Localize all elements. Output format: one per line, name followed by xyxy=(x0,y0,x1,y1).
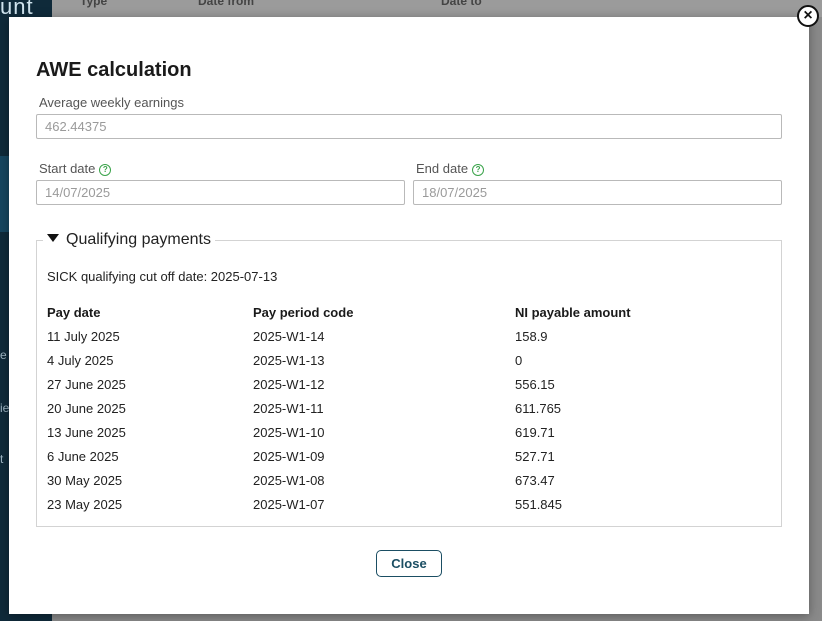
pay-date-cell: 13 June 2025 xyxy=(47,425,126,440)
col-header-pay-period-code: Pay period code xyxy=(253,305,354,320)
table-row: 20 June 2025 2025-W1-11 611.765 xyxy=(47,401,747,421)
qualifying-payments-toggle[interactable]: Qualifying payments xyxy=(43,231,215,249)
pay-period-code-cell: 2025-W1-13 xyxy=(253,353,325,368)
awe-field[interactable]: 462.44375 xyxy=(36,114,782,139)
background-col-header: Date to xyxy=(441,0,482,8)
table-row: 6 June 2025 2025-W1-09 527.71 xyxy=(47,449,747,469)
background-nav-fragment: ie xyxy=(0,401,10,415)
background-col-header: Date from xyxy=(198,0,255,8)
col-header-pay-date: Pay date xyxy=(47,305,101,320)
close-button[interactable]: Close xyxy=(376,550,442,577)
table-row: 13 June 2025 2025-W1-10 619.71 xyxy=(47,425,747,445)
pay-date-cell: 30 May 2025 xyxy=(47,473,123,488)
pay-period-code-cell: 2025-W1-14 xyxy=(253,329,325,344)
col-header-ni-payable-amount: NI payable amount xyxy=(515,305,631,320)
table-row: 27 June 2025 2025-W1-12 556.15 xyxy=(47,377,747,397)
help-icon[interactable]: ? xyxy=(99,164,112,176)
table-row: 23 May 2025 2025-W1-07 551.845 xyxy=(47,497,747,517)
pay-period-code-cell: 2025-W1-08 xyxy=(253,473,325,488)
pay-date-cell: 11 July 2025 xyxy=(47,329,120,344)
pay-period-code-cell: 2025-W1-09 xyxy=(253,449,325,464)
pay-date-cell: 27 June 2025 xyxy=(47,377,126,392)
awe-calculation-dialog: AWE calculation Average weekly earnings … xyxy=(9,17,809,614)
ni-payable-amount-cell: 0 xyxy=(515,353,523,368)
pay-period-code-cell: 2025-W1-11 xyxy=(253,401,324,416)
ni-payable-amount-cell: 158.9 xyxy=(515,329,548,344)
pay-date-cell: 6 June 2025 xyxy=(47,449,119,464)
table-row: 30 May 2025 2025-W1-08 673.47 xyxy=(47,473,747,493)
background-table-header: Type Date from Date to xyxy=(52,0,822,17)
pay-period-code-cell: 2025-W1-10 xyxy=(253,425,325,440)
table-row: 4 July 2025 2025-W1-13 0 xyxy=(47,353,747,373)
ni-payable-amount-cell: 551.845 xyxy=(515,497,562,512)
start-date-label: Start date xyxy=(39,161,96,176)
table-row: 11 July 2025 2025-W1-14 158.9 xyxy=(47,329,747,349)
pay-date-cell: 20 June 2025 xyxy=(47,401,126,416)
cutoff-date-text: SICK qualifying cut off date: 2025-07-13 xyxy=(47,269,278,284)
close-icon[interactable]: × xyxy=(797,5,819,27)
pay-date-cell: 23 May 2025 xyxy=(47,497,123,512)
caret-down-icon xyxy=(47,234,59,242)
pay-period-code-cell: 2025-W1-12 xyxy=(253,377,325,392)
end-date-field[interactable]: 18/07/2025 xyxy=(413,180,782,205)
start-date-field[interactable]: 14/07/2025 xyxy=(36,180,405,205)
ni-payable-amount-cell: 611.765 xyxy=(515,401,562,416)
background-col-header: Type xyxy=(80,0,108,8)
awe-label: Average weekly earnings xyxy=(39,95,185,110)
help-icon[interactable]: ? xyxy=(472,164,485,176)
qualifying-payments-legend: Qualifying payments xyxy=(66,231,211,248)
background-nav-fragment: e xyxy=(0,348,7,362)
ni-payable-amount-cell: 619.71 xyxy=(515,425,555,440)
end-date-label: End date xyxy=(416,161,469,176)
pay-period-code-cell: 2025-W1-07 xyxy=(253,497,325,512)
background-nav-fragment: t xyxy=(0,452,4,466)
pay-date-cell: 4 July 2025 xyxy=(47,353,114,368)
ni-payable-amount-cell: 673.47 xyxy=(515,473,555,488)
ni-payable-amount-cell: 527.71 xyxy=(515,449,555,464)
end-date-label-wrap: End date? xyxy=(416,161,485,176)
dialog-title: AWE calculation xyxy=(36,59,192,81)
ni-payable-amount-cell: 556.15 xyxy=(515,377,555,392)
start-date-label-wrap: Start date? xyxy=(39,161,112,176)
